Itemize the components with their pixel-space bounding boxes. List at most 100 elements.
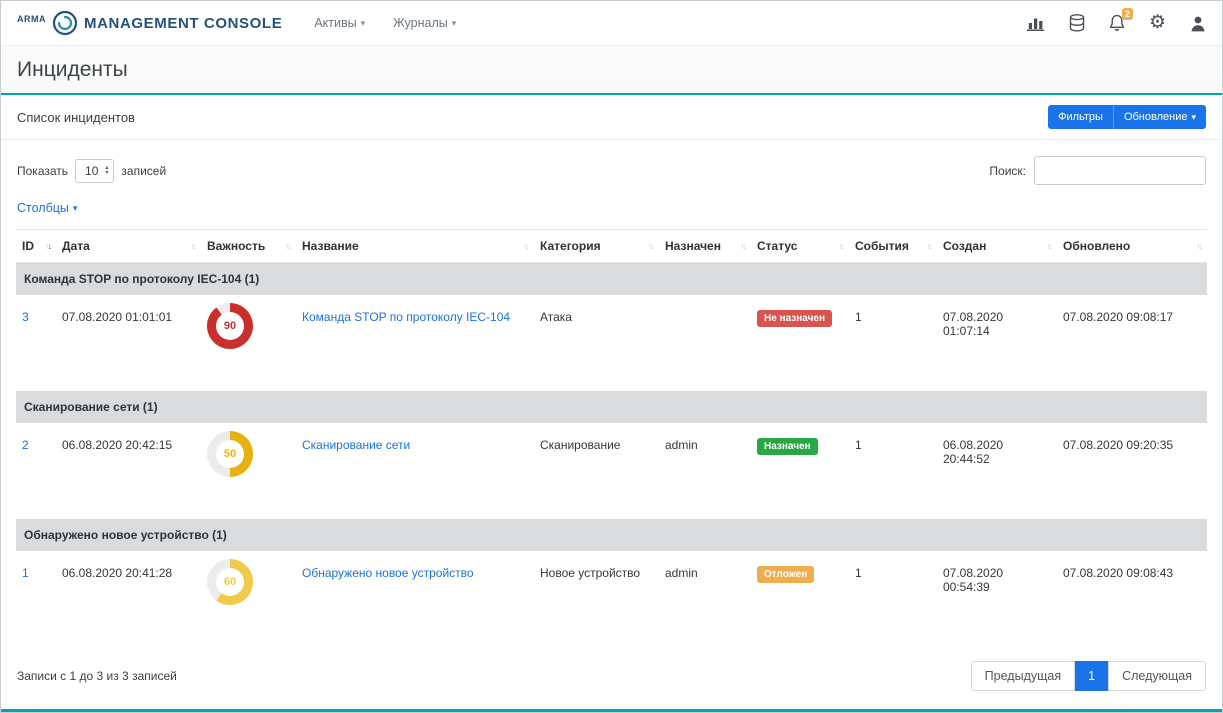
navbar-icons: 2 ⚙ (1026, 14, 1206, 32)
table-footer: Записи с 1 до 3 из 3 записей Предыдущая … (1, 647, 1222, 705)
severity-value: 90 (224, 320, 236, 332)
settings-button[interactable]: ⚙ (1149, 14, 1166, 32)
status-badge: Назначен (757, 438, 818, 455)
table-header-row: ID↑↓ Дата↑↓ Важность ↑↓ Название ↑↓ Катего… (16, 230, 1207, 263)
refresh-button-label: Обновление (1124, 111, 1188, 123)
spinner-icon: ▴▾ (105, 166, 108, 176)
page-title: Инциденты (17, 58, 128, 82)
page-size-value: 10 (85, 164, 98, 178)
group-title: Сканирование сети (1) (16, 391, 1207, 423)
cell-date: 06.08.2020 20:42:15 (56, 423, 201, 519)
sort-icon: ↑↓ (285, 241, 290, 251)
severity-donut: 90 (207, 303, 253, 349)
page-size-control: Показать 10 ▴▾ записей (17, 159, 166, 183)
sort-icon: ↑↓ (740, 241, 745, 251)
notification-badge: 2 (1122, 8, 1133, 20)
column-label: Обновлено (1063, 239, 1130, 253)
sort-icon: ↑↓ (523, 241, 528, 251)
sort-icon: ↑↓ (648, 241, 653, 251)
filters-button-label: Фильтры (1058, 111, 1103, 123)
cell-category: Атака (534, 295, 659, 391)
filters-button[interactable]: Фильтры (1048, 105, 1113, 129)
chart-icon (1026, 15, 1045, 31)
column-label: Статус (757, 239, 797, 253)
search-label: Поиск: (989, 164, 1026, 178)
bottom-accent-bar (1, 709, 1222, 712)
severity-donut: 60 (207, 559, 253, 605)
incident-id-link[interactable]: 1 (22, 566, 29, 580)
sort-icon: ↑↓ (926, 241, 931, 251)
user-button[interactable] (1190, 15, 1206, 32)
logo-arma-text: ARMA (17, 14, 46, 24)
entries-label: записей (121, 164, 166, 178)
records-info: Записи с 1 до 3 из 3 записей (17, 669, 177, 683)
column-label: События (855, 239, 909, 253)
column-header-status[interactable]: Статус ↑↓ (751, 230, 849, 263)
column-label: Назначен (665, 239, 721, 253)
sort-icon: ↑↓ (45, 241, 50, 251)
group-header-row: Команда STOP по протоколу IEC-104 (1) (16, 263, 1207, 296)
column-label: Название (302, 239, 359, 253)
menu-assets[interactable]: Активы ▾ (314, 16, 365, 30)
cell-date: 06.08.2020 20:41:28 (56, 551, 201, 647)
arma-logo-icon (52, 10, 78, 36)
column-header-severity[interactable]: Важность ↑↓ (201, 230, 296, 263)
storage-button[interactable] (1069, 14, 1085, 32)
table-controls: Показать 10 ▴▾ записей Поиск: (1, 140, 1222, 189)
notifications-button[interactable]: 2 (1109, 14, 1125, 32)
reports-button[interactable] (1026, 15, 1045, 31)
severity-donut: 50 (207, 431, 253, 477)
incident-name-link[interactable]: Обнаружено новое устройство (302, 566, 474, 580)
sort-icon: ↑↓ (190, 241, 195, 251)
column-header-assignee[interactable]: Назначен ↑↓ (659, 230, 751, 263)
app-logo[interactable]: ARMA MANAGEMENT CONSOLE (17, 10, 282, 36)
status-badge: Отложен (757, 566, 814, 583)
chevron-down-icon: ▾ (361, 18, 366, 29)
panel-actions: Фильтры Обновление ▾ (1048, 105, 1206, 129)
column-label: Создан (943, 239, 986, 253)
chevron-down-icon: ▾ (73, 203, 78, 214)
menu-logs[interactable]: Журналы ▾ (393, 16, 456, 30)
column-header-category[interactable]: Категория↑↓ (534, 230, 659, 263)
app-window: ARMA MANAGEMENT CONSOLE Активы ▾ Журналы… (0, 0, 1223, 713)
panel-title: Список инцидентов (17, 110, 135, 125)
incident-name-link[interactable]: Сканирование сети (302, 438, 410, 452)
severity-value: 60 (224, 576, 236, 588)
column-header-created[interactable]: Создан ↑↓ (937, 230, 1057, 263)
group-header-row: Обнаружено новое устройство (1) (16, 519, 1207, 551)
column-header-id[interactable]: ID↑↓ (16, 230, 56, 263)
cell-events: 1 (849, 551, 937, 647)
pagination-page-1-button[interactable]: 1 (1075, 661, 1108, 691)
menu-assets-label: Активы (314, 16, 356, 30)
column-header-events[interactable]: События ↑↓ (849, 230, 937, 263)
pagination-prev-button[interactable]: Предыдущая (971, 661, 1075, 691)
cell-updated: 07.08.2020 09:08:43 (1057, 551, 1207, 647)
cell-updated: 07.08.2020 09:08:17 (1057, 295, 1207, 391)
column-header-updated[interactable]: Обновлено↑↓ (1057, 230, 1207, 263)
chevron-down-icon: ▾ (452, 18, 457, 29)
cell-events: 1 (849, 295, 937, 391)
columns-dropdown[interactable]: Столбцы ▾ (17, 201, 77, 215)
cell-created: 07.08.2020 00:54:39 (937, 551, 1057, 647)
column-header-name[interactable]: Название ↑↓ (296, 230, 534, 263)
brand-title: MANAGEMENT CONSOLE (84, 15, 282, 32)
cell-events: 1 (849, 423, 937, 519)
gear-icon: ⚙ (1149, 14, 1166, 32)
page-size-select[interactable]: 10 ▴▾ (75, 159, 114, 183)
incident-id-link[interactable]: 3 (22, 310, 29, 324)
donut-hole: 90 (216, 312, 244, 340)
pagination-next-button[interactable]: Следующая (1108, 661, 1206, 691)
incident-id-link[interactable]: 2 (22, 438, 29, 452)
refresh-dropdown-button[interactable]: Обновление ▾ (1113, 105, 1206, 129)
search-input[interactable] (1034, 156, 1206, 185)
pagination: Предыдущая 1 Следующая (971, 661, 1206, 691)
top-navbar: ARMA MANAGEMENT CONSOLE Активы ▾ Журналы… (1, 1, 1222, 45)
column-header-date[interactable]: Дата↑↓ (56, 230, 201, 263)
sort-icon: ↑↓ (838, 241, 843, 251)
incident-name-link[interactable]: Команда STOP по протоколу IEC-104 (302, 310, 510, 324)
cell-updated: 07.08.2020 09:20:35 (1057, 423, 1207, 519)
status-badge: Не назначен (757, 310, 832, 327)
cell-date: 07.08.2020 01:01:01 (56, 295, 201, 391)
column-label: Важность (207, 239, 265, 253)
sort-icon: ↑↓ (1046, 241, 1051, 251)
